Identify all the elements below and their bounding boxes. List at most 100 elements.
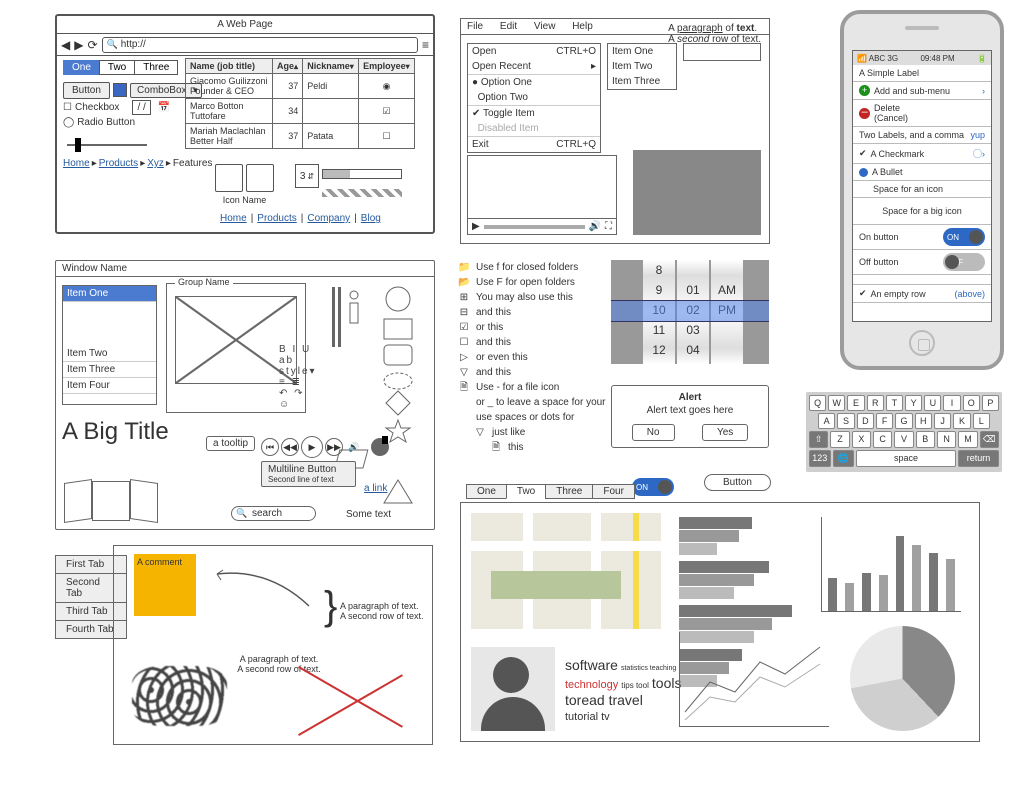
key[interactable]: L [973, 413, 990, 429]
back-icon[interactable]: ◀ [61, 38, 70, 52]
key-return[interactable]: return [958, 450, 999, 467]
list-item[interactable]: Item Three [63, 362, 156, 378]
volume-slider[interactable] [371, 438, 389, 456]
key[interactable]: I [943, 395, 960, 411]
number-stepper[interactable]: 3 [295, 164, 319, 188]
prev-icon[interactable]: ⏮ [261, 438, 279, 456]
menu-item[interactable]: ✔ Toggle Item [468, 106, 600, 121]
tree-row[interactable]: 📁Use f for closed folders [458, 260, 606, 275]
key-123[interactable]: 123 [809, 450, 831, 467]
nav-link[interactable]: Home [220, 213, 247, 224]
rewind-icon[interactable]: ◀◀ [281, 438, 299, 456]
menu-file[interactable]: File [467, 21, 483, 32]
tree-row[interactable]: ⊞You may also use this [458, 290, 606, 305]
nav-link[interactable]: Products [257, 213, 296, 224]
sticky-note[interactable]: A comment [134, 554, 196, 616]
tab[interactable]: Three [545, 484, 593, 499]
tab[interactable]: One [466, 484, 507, 499]
play-icon[interactable]: ▶ [301, 436, 323, 458]
color-chip[interactable] [113, 83, 127, 97]
pill-button[interactable]: Button [704, 474, 771, 491]
key[interactable]: Q [809, 395, 826, 411]
nav-link[interactable]: Company [307, 213, 350, 224]
address-bar[interactable]: 🔍http:// [102, 37, 418, 53]
list-row[interactable]: +Add and sub-menu› [853, 82, 991, 100]
list-row[interactable]: ✔ An empty row(above) [853, 285, 991, 303]
key[interactable]: F [876, 413, 893, 429]
key[interactable]: P [982, 395, 999, 411]
list-row[interactable]: ✔ A Checkmark⃝› [853, 144, 991, 164]
tree-row[interactable]: 🗎this [458, 440, 606, 455]
menu-item[interactable]: OpenCTRL+O [468, 44, 600, 59]
volume-icon[interactable]: 🔊 [589, 221, 601, 232]
tree-row[interactable]: ⊟and this [458, 305, 606, 320]
date-field[interactable]: / / [132, 100, 150, 115]
tab-three[interactable]: Three [134, 60, 178, 75]
tree-row[interactable]: use spaces or dots for [458, 410, 606, 425]
key[interactable]: H [915, 413, 932, 429]
fullscreen-icon[interactable]: ⛶ [605, 221, 612, 232]
crumb[interactable]: Xyz [147, 158, 164, 169]
reload-icon[interactable]: ⟳ [87, 38, 97, 52]
list-item[interactable]: Item One [63, 286, 156, 302]
forward-icon[interactable]: ▶▶ [325, 438, 343, 456]
key[interactable]: S [837, 413, 854, 429]
toggle-switch[interactable]: ON [632, 478, 674, 496]
nav-link[interactable]: Blog [361, 213, 381, 224]
tree-row[interactable]: ☐and this [458, 335, 606, 350]
list-row[interactable]: Two Labels, and a commayup [853, 127, 991, 144]
key[interactable]: U [924, 395, 941, 411]
key[interactable]: T [886, 395, 903, 411]
list-row[interactable]: A Bullet [853, 164, 991, 181]
video-player[interactable]: ▶🔊⛶ [467, 155, 617, 235]
key[interactable]: ⌫ [980, 431, 999, 448]
tree-row[interactable]: ▽just like [458, 425, 606, 440]
button[interactable]: Button [63, 82, 110, 99]
map-placeholder[interactable] [471, 513, 661, 629]
forward-icon[interactable]: ▶ [74, 38, 83, 52]
home-button[interactable] [909, 330, 935, 356]
list-row[interactable]: Space for a big icon [853, 198, 991, 225]
menu-help[interactable]: Help [572, 21, 593, 32]
tab[interactable]: Two [506, 484, 546, 499]
key[interactable]: N [937, 431, 956, 448]
tree-row[interactable]: ▽and this [458, 365, 606, 380]
yes-button[interactable]: Yes [702, 424, 748, 441]
key[interactable]: R [867, 395, 884, 411]
crumb[interactable]: Products [99, 158, 138, 169]
list-item[interactable]: Item Two [63, 346, 156, 362]
tree-row[interactable]: or _ to leave a space for your [458, 395, 606, 410]
key[interactable]: Z [830, 431, 849, 448]
key[interactable]: V [894, 431, 913, 448]
key[interactable]: C [873, 431, 892, 448]
multiline-button[interactable]: Multiline ButtonSecond line of text [261, 461, 356, 487]
list-item[interactable]: Item Three [608, 74, 676, 89]
list-row[interactable]: A Simple Label [853, 65, 991, 82]
list-row[interactable]: Space for an icon [853, 181, 991, 198]
crumb[interactable]: Home [63, 158, 90, 169]
calendar-icon[interactable]: 📅 [158, 102, 170, 113]
key[interactable]: J [934, 413, 951, 429]
key[interactable]: A [818, 413, 835, 429]
tree-row[interactable]: 📂Use F for open folders [458, 275, 606, 290]
tree-row[interactable]: ☑or this [458, 320, 606, 335]
list-item[interactable]: Item Two [608, 59, 676, 74]
menu-item[interactable]: Open Recent▸ [468, 59, 600, 74]
h-scrollbar[interactable] [67, 144, 147, 146]
menu-view[interactable]: View [534, 21, 556, 32]
tree-row[interactable]: ▷or even this [458, 350, 606, 365]
menu-edit[interactable]: Edit [500, 21, 517, 32]
key[interactable]: D [857, 413, 874, 429]
search-input[interactable]: search [231, 506, 316, 521]
no-button[interactable]: No [632, 424, 675, 441]
menu-item[interactable]: Option Two [468, 90, 600, 105]
key[interactable]: E [847, 395, 864, 411]
list-row[interactable]: Off buttonOFF [853, 250, 991, 275]
key[interactable]: B [916, 431, 935, 448]
richtext-toolbar[interactable]: B I U ab style▾ ≡ ≣ ↶ ↷ ☺ [279, 344, 317, 410]
menu-item[interactable]: ● Option One [468, 75, 600, 90]
volume-icon[interactable]: 🔊 [345, 438, 363, 456]
time-picker[interactable]: 8910111201020304AMPM [611, 260, 769, 364]
tab-one[interactable]: One [63, 60, 100, 75]
key[interactable]: Y [905, 395, 922, 411]
